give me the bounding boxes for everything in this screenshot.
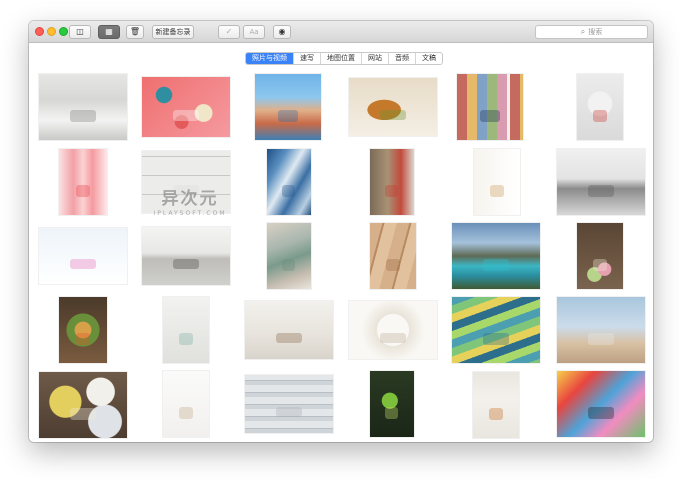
photo-thumbnail-seaside-town[interactable] (255, 74, 321, 140)
photo-thumbnail-wood-planks[interactable] (370, 223, 416, 289)
photo-detail (385, 185, 398, 197)
photo-thumbnail-fruit-bowl[interactable] (577, 74, 623, 140)
photo-thumbnail-salad-platter[interactable] (59, 297, 107, 363)
photo-detail (593, 259, 607, 271)
search-placeholder: 搜索 (588, 28, 603, 36)
photo-thumbnail-mountain-lake[interactable] (452, 223, 540, 289)
attachments-grid (29, 44, 653, 442)
photo-thumbnail-colored-pencils[interactable] (452, 297, 540, 363)
minimize-window-button[interactable] (47, 27, 56, 36)
photo-thumbnail-white-wood[interactable] (245, 375, 333, 433)
photo-thumbnail-macarons[interactable] (142, 77, 230, 137)
photo-detail (480, 110, 500, 122)
photo-detail (173, 185, 199, 196)
checklist-button[interactable]: ✓ (218, 25, 240, 39)
photo-thumbnail-colorful-illustration[interactable] (557, 371, 645, 437)
format-label: Aa (249, 28, 259, 36)
photo-detail (179, 333, 193, 345)
photo-detail (490, 185, 504, 197)
delete-button[interactable]: 🗑 (126, 25, 144, 39)
photo-detail (483, 333, 509, 345)
photo-detail (278, 110, 298, 122)
photo-thumbnail-fabric-swatches[interactable] (267, 223, 311, 289)
sidebar-toggle-button[interactable]: ◫ (69, 25, 91, 39)
photo-thumbnail-gift-tags[interactable] (163, 371, 209, 437)
photo-detail (483, 259, 509, 271)
photo-thumbnail-camper-trailer[interactable] (557, 297, 645, 363)
photo-detail (179, 407, 193, 419)
photo-thumbnail-window-view[interactable] (163, 297, 209, 363)
notes-window: ◫ ▦ 🗑 新建备忘录 ✓ Aa ◉ ⌕ 搜索 照片与视频 速写 地图位置 网站 音频文… (29, 21, 653, 442)
photo-thumbnail-paper-bunting[interactable] (39, 228, 127, 284)
share-button[interactable]: ◉ (273, 25, 291, 39)
photo-detail (380, 333, 406, 343)
photo-thumbnail-kitchen-counter[interactable] (557, 149, 645, 215)
checklist-icon: ✓ (225, 27, 233, 36)
photo-thumbnail-wooden-spoons[interactable] (474, 149, 520, 215)
photo-thumbnail-wooden-spoons-jug[interactable] (245, 301, 333, 359)
photo-detail (282, 259, 295, 271)
photo-thumbnail-color-swatches[interactable] (457, 74, 523, 140)
photo-detail (70, 408, 96, 420)
toolbar: ◫ ▦ 🗑 新建备忘录 ✓ Aa ◉ ⌕ 搜索 (29, 21, 653, 43)
trash-icon: 🗑 (129, 27, 141, 36)
photo-detail (76, 185, 90, 197)
grid-view-icon: ▦ (105, 27, 113, 36)
photo-thumbnail-white-tiles[interactable] (142, 151, 230, 213)
sidebar-toggle-icon: ◫ (76, 27, 84, 36)
photo-thumbnail-blue-fabric[interactable] (267, 149, 311, 215)
search-field[interactable]: ⌕ 搜索 (535, 25, 648, 39)
photo-detail (173, 259, 199, 269)
search-icon: ⌕ (580, 27, 586, 36)
new-note-label: 新建备忘录 (155, 28, 191, 36)
photo-detail (385, 407, 398, 419)
photo-detail (70, 110, 96, 122)
photo-thumbnail-kitchen-cabinets[interactable] (142, 227, 230, 285)
zoom-window-button[interactable] (59, 27, 68, 36)
photo-detail (282, 185, 295, 197)
photo-thumbnail-honey-bottle[interactable] (473, 372, 519, 438)
photo-detail (173, 110, 199, 121)
attachments-browser-button[interactable]: ▦ (98, 25, 120, 39)
photo-detail (386, 259, 400, 271)
photo-detail (588, 185, 614, 197)
new-note-button[interactable]: 新建备忘录 (152, 25, 194, 39)
close-window-button[interactable] (35, 27, 44, 36)
photo-thumbnail-yarn-balls[interactable] (39, 372, 127, 438)
share-icon: ◉ (278, 27, 286, 36)
photo-detail (489, 408, 503, 420)
photo-detail (70, 259, 96, 269)
photo-thumbnail-white-lace[interactable] (349, 301, 437, 359)
photo-thumbnail-lemonade-drinks[interactable] (59, 149, 107, 215)
photo-thumbnail-burger[interactable] (349, 78, 437, 136)
photo-thumbnail-green-smoothie[interactable] (370, 371, 414, 437)
photo-detail (76, 333, 90, 345)
photo-detail (588, 333, 614, 345)
photo-detail (588, 407, 614, 419)
format-button[interactable]: Aa (243, 25, 265, 39)
photo-thumbnail-coffee-macarons[interactable] (577, 223, 623, 289)
photo-thumbnail-kitchen-utensils[interactable] (370, 149, 414, 215)
attachments-browser: 照片与视频 速写 地图位置 网站 音频 文稿 异次元 IPLAYSOFT.COM (29, 44, 653, 442)
photo-detail (593, 110, 607, 122)
photo-detail (380, 110, 406, 120)
photo-thumbnail-white-kitchen[interactable] (39, 74, 127, 140)
photo-detail (276, 407, 302, 417)
photo-detail (276, 333, 302, 343)
